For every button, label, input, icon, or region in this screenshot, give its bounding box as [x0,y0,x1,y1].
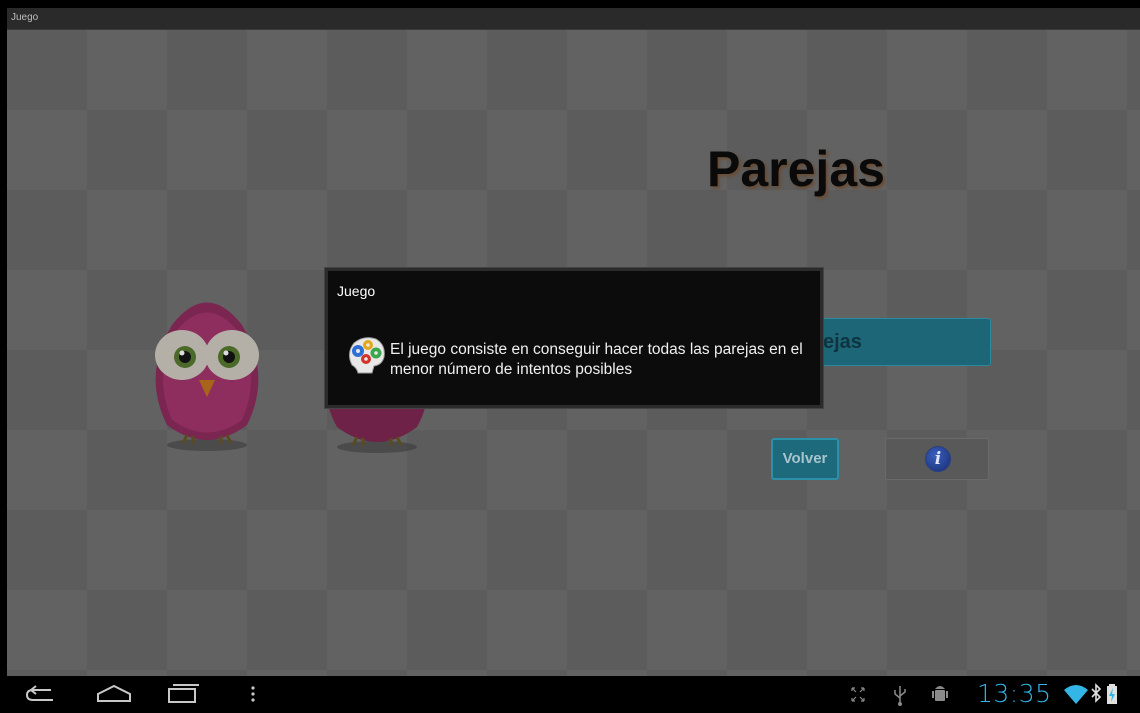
bluetooth-icon [1091,683,1102,703]
fullscreen-icon[interactable] [847,676,869,713]
device-screen: Juego Parejas parejas Volver i Juego El … [7,8,1140,713]
wifi-icon [1064,685,1088,704]
owl-image [155,302,259,451]
clock: 13:35 [977,679,1052,708]
window-title: Juego [11,12,39,23]
back-icon[interactable] [23,676,59,713]
info-button[interactable]: i [885,438,989,480]
recent-apps-icon[interactable] [163,676,199,713]
home-icon[interactable] [94,676,134,713]
android-debug-icon [932,686,948,701]
battery-icon [1107,684,1117,704]
app-content: Parejas parejas Volver i Juego El juego … [7,30,1140,676]
navigation-bar: 13:35 [7,676,1140,713]
menu-icon[interactable] [245,676,261,713]
dialog-message: El juego consiste en conseguir hacer tod… [390,341,803,378]
info-dialog: Juego El juego consiste en conseguir hac… [325,268,823,408]
dialog-title: Juego [337,283,376,299]
brain-gears-icon [348,337,385,374]
page-title: Parejas [707,141,885,197]
usb-icon [894,686,906,706]
title-bar: Juego [7,8,1140,30]
info-icon: i [925,446,951,472]
back-button[interactable]: Volver [771,438,839,480]
